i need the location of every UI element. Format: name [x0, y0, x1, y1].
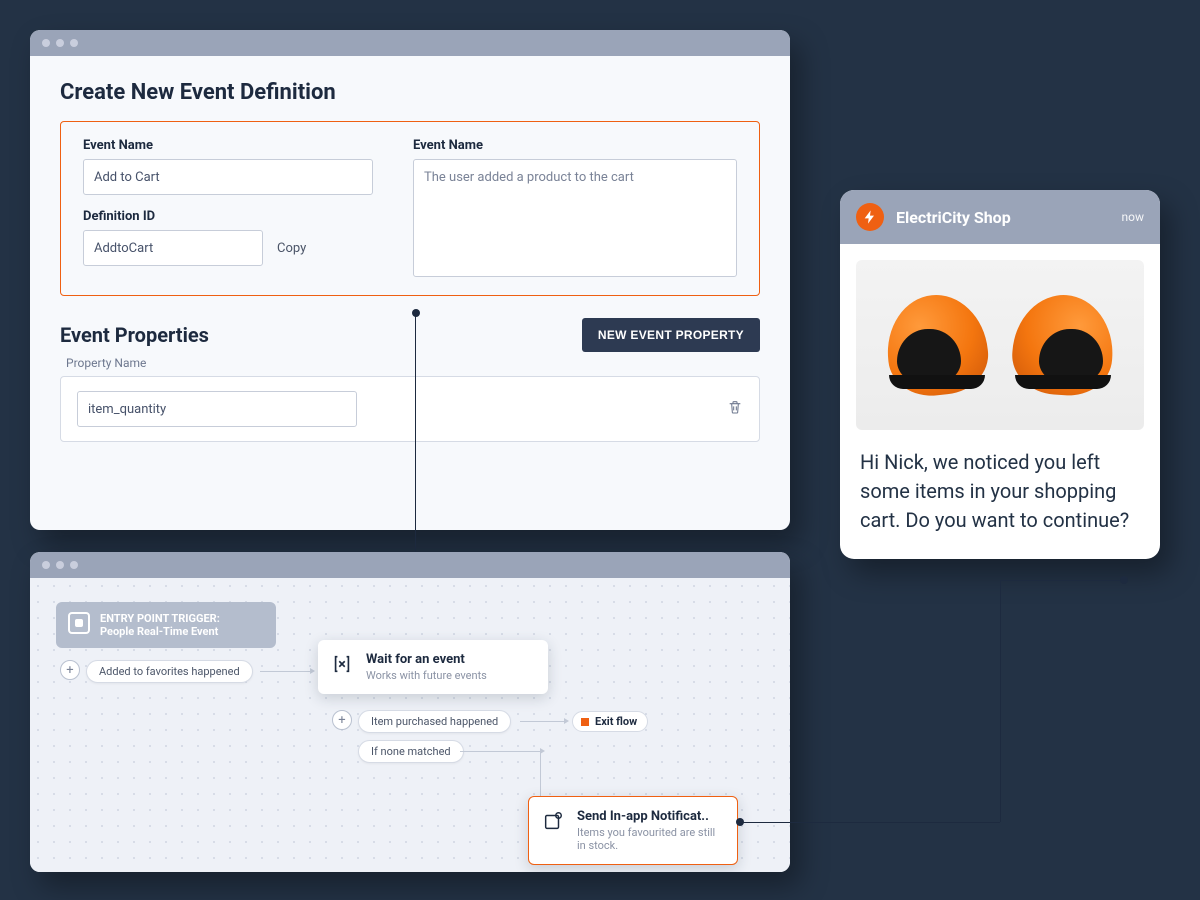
- trigger-icon: [68, 612, 90, 634]
- condition-pill-added-favorites[interactable]: Added to favorites happened: [86, 660, 253, 683]
- property-row: item_quantity: [60, 376, 760, 442]
- connector-line: [1000, 580, 1001, 822]
- window-dot-icon: [42, 39, 50, 47]
- new-event-property-button[interactable]: NEW EVENT PROPERTY: [582, 318, 760, 352]
- helmet-right-icon: [1013, 295, 1113, 395]
- event-name-label: Event Name: [83, 138, 373, 153]
- send-node-subtitle: Items you favourited are still in stock.: [577, 826, 723, 852]
- event-description-label: Event Name: [413, 138, 737, 153]
- flow-editor-window: ENTRY POINT TRIGGER: People Real-Time Ev…: [30, 552, 790, 872]
- definition-id-input[interactable]: AddtoCart: [83, 230, 263, 266]
- property-name-label: Property Name: [60, 356, 760, 370]
- app-bolt-icon: [856, 203, 884, 231]
- flow-arrow-icon: [260, 671, 310, 672]
- push-notification-preview: ElectriCity Shop now Hi Nick, we noticed…: [840, 190, 1160, 559]
- flow-arrow-icon: [520, 721, 564, 722]
- page-title: Create New Event Definition: [60, 80, 760, 105]
- push-header: ElectriCity Shop now: [840, 190, 1160, 244]
- helmet-left-icon: [887, 295, 987, 395]
- window-dot-icon: [42, 561, 50, 569]
- wait-node-title: Wait for an event: [366, 652, 487, 667]
- event-name-input[interactable]: Add to Cart: [83, 159, 373, 195]
- flow-line: [540, 751, 541, 801]
- definition-id-label: Definition ID: [83, 209, 373, 224]
- exit-flow-node[interactable]: Exit flow: [572, 711, 648, 732]
- connector-line: [1000, 580, 1124, 581]
- add-branch-button[interactable]: +: [332, 710, 352, 730]
- push-timestamp: now: [1122, 210, 1145, 224]
- entry-point-node[interactable]: ENTRY POINT TRIGGER: People Real-Time Ev…: [56, 602, 276, 648]
- push-app-name: ElectriCity Shop: [896, 208, 1110, 227]
- event-definition-window: Create New Event Definition Event Name A…: [30, 30, 790, 530]
- entry-title-line2: People Real-Time Event: [100, 625, 220, 638]
- connector-line: [740, 822, 1000, 823]
- push-image: [856, 260, 1144, 430]
- wait-node-subtitle: Works with future events: [366, 669, 487, 682]
- window-dot-icon: [70, 561, 78, 569]
- window-titlebar: [30, 552, 790, 578]
- entry-title-line1: ENTRY POINT TRIGGER:: [100, 612, 220, 625]
- delete-property-button[interactable]: [727, 399, 743, 419]
- event-definition-form: Event Name Add to Cart Definition ID Add…: [60, 121, 760, 296]
- flow-arrow-icon: [460, 751, 540, 752]
- window-titlebar: [30, 30, 790, 56]
- event-properties-title: Event Properties: [60, 323, 209, 347]
- window-dot-icon: [56, 561, 64, 569]
- push-message: Hi Nick, we noticed you left some items …: [840, 430, 1160, 559]
- window-dot-icon: [56, 39, 64, 47]
- copy-button[interactable]: Copy: [277, 241, 306, 256]
- add-branch-button[interactable]: +: [60, 660, 80, 680]
- trash-icon: [727, 399, 743, 415]
- condition-pill-item-purchased[interactable]: Item purchased happened: [358, 710, 511, 733]
- send-notification-node[interactable]: Send In-app Notificat.. Items you favour…: [528, 796, 738, 865]
- wait-for-event-node[interactable]: Wait for an event Works with future even…: [318, 640, 548, 694]
- connector-dot-icon: [412, 309, 420, 317]
- stop-square-icon: [581, 718, 589, 726]
- flow-canvas[interactable]: ENTRY POINT TRIGGER: People Real-Time Ev…: [30, 578, 790, 872]
- connector-dot-icon: [1120, 576, 1128, 584]
- event-description-input[interactable]: The user added a product to the cart: [413, 159, 737, 277]
- window-dot-icon: [70, 39, 78, 47]
- property-name-input[interactable]: item_quantity: [77, 391, 357, 427]
- exit-flow-label: Exit flow: [595, 715, 637, 728]
- notification-icon: [541, 809, 565, 833]
- condition-pill-none-matched[interactable]: If none matched: [358, 740, 464, 763]
- brackets-x-icon: [330, 652, 354, 676]
- send-node-title: Send In-app Notificat..: [577, 809, 723, 824]
